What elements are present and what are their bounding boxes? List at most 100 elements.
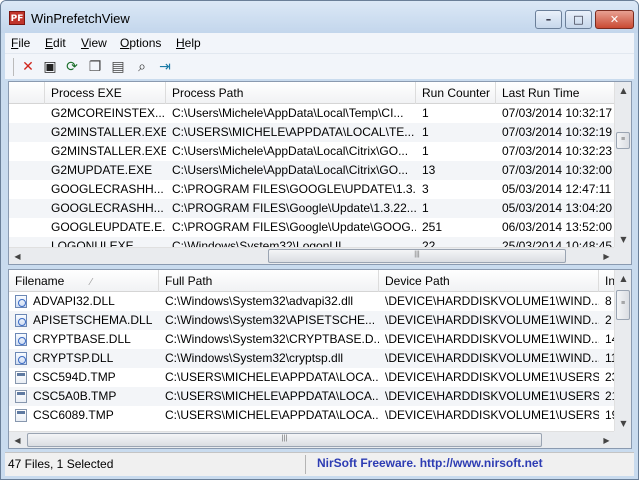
scroll-thumb[interactable]: ||| xyxy=(27,433,542,447)
column-device-path[interactable]: Device Path xyxy=(379,270,599,292)
nirsoft-link[interactable]: NirSoft Freeware. http://www.nirsoft.net xyxy=(317,456,543,470)
cell-process-path: C:\PROGRAM FILES\Google\Update\1.3.22...… xyxy=(172,201,416,215)
cell-full-path: C:\Windows\System32\advapi32.dll xyxy=(165,294,354,308)
cell-process-path: C:\USERS\MICHELE\APPDATA\LOCAL\TE... xyxy=(172,125,415,139)
tmp-file-icon xyxy=(15,371,27,384)
prefetch-vertical-scrollbar[interactable]: ▲ ≡ ▼ xyxy=(614,82,631,248)
scroll-thumb[interactable]: ≡ xyxy=(616,132,630,149)
properties-icon[interactable]: ▤ xyxy=(109,58,127,76)
scroll-up-icon[interactable]: ▲ xyxy=(615,82,631,99)
exit-icon[interactable]: ⇥ xyxy=(156,58,174,76)
column-filename[interactable]: Filename ⁄ xyxy=(9,270,159,292)
table-row[interactable]: CRYPTSP.DLL C:\Windows\System32\cryptsp.d… xyxy=(9,349,617,368)
table-row[interactable]: G2MINSTALLER.EXE C:\USERS\MICHELE\APPDATA… xyxy=(9,123,614,142)
cell-full-path: C:\USERS\MICHELE\APPDATA\LOCA... xyxy=(165,389,379,403)
column-full-path[interactable]: Full Path xyxy=(159,270,379,292)
cell-last-run-time: 05/03/2014 12:47:11 xyxy=(502,182,612,196)
scroll-left-icon[interactable]: ◀ xyxy=(9,248,26,264)
column-process-exe[interactable]: Process EXE xyxy=(45,82,166,104)
minimize-button[interactable]: – xyxy=(535,10,562,29)
menu-view[interactable]: View xyxy=(81,36,107,50)
cell-run-counter: 1 xyxy=(422,144,429,158)
column-process-path[interactable]: Process Path xyxy=(166,82,416,104)
app-icon: PF xyxy=(9,11,25,25)
cell-process-exe: GOOGLEUPDATE.E... xyxy=(51,220,166,234)
dll-file-icon xyxy=(15,352,27,365)
toolbar: ✕ ▣ ⟳ ❐ ▤ ⌕ ⇥ xyxy=(5,53,634,79)
scroll-right-icon[interactable]: ▶ xyxy=(598,248,615,264)
toolbar-separator xyxy=(13,58,14,76)
dll-file-icon xyxy=(15,314,27,327)
cell-process-path: C:\Users\Michele\AppData\Local\Citrix\GO… xyxy=(172,144,409,158)
refresh-icon[interactable]: ⟳ xyxy=(63,58,81,76)
table-row[interactable]: GOOGLEUPDATE.E... C:\PROGRAM FILES\Google… xyxy=(9,218,614,237)
files-horizontal-scrollbar[interactable]: ◀ ||| ▶ xyxy=(9,431,631,448)
files-list-header: Filename ⁄ Full Path Device Path In xyxy=(9,270,631,292)
files-list[interactable]: Filename ⁄ Full Path Device Path In ADVAP… xyxy=(8,269,632,449)
cell-process-exe: GOOGLECRASHH... xyxy=(51,182,164,196)
scroll-left-icon[interactable]: ◀ xyxy=(9,432,26,448)
cell-full-path: C:\Windows\System32\APISETSCHE... xyxy=(165,313,376,327)
table-row[interactable]: CSC5A0B.TMP C:\USERS\MICHELE\APPDATA\LOCA… xyxy=(9,387,618,406)
menu-help[interactable]: Help xyxy=(176,36,201,50)
sort-arrow-icon: ⁄ xyxy=(90,277,93,288)
cell-process-path: C:\Users\Michele\AppData\Local\Temp\CI..… xyxy=(172,106,404,120)
cell-run-counter: 1 xyxy=(422,201,429,215)
cell-device-path: \DEVICE\HARDDISKVOLUME1\WIND... xyxy=(385,313,599,327)
menu-file[interactable]: File xyxy=(11,36,30,50)
scroll-up-icon[interactable]: ▲ xyxy=(615,270,631,287)
cell-full-path: C:\Windows\System32\cryptsp.dll xyxy=(165,351,344,365)
cell-last-run-time: 07/03/2014 10:32:23 xyxy=(502,144,613,158)
close-button[interactable]: ✕ xyxy=(595,10,634,29)
save-icon[interactable]: ▣ xyxy=(41,58,59,76)
table-row[interactable]: G2MINSTALLER.EXE C:\Users\Michele\AppData… xyxy=(9,142,614,161)
cell-process-path: C:\PROGRAM FILES\GOOGLE\UPDATE\1.3.... xyxy=(172,182,416,196)
table-row[interactable]: GOOGLECRASHH... C:\PROGRAM FILES\Google\U… xyxy=(9,199,614,218)
maximize-button[interactable]: □ xyxy=(565,10,592,29)
scroll-thumb[interactable]: ≡ xyxy=(616,290,630,320)
table-row[interactable]: G2MUPDATE.EXE C:\Users\Michele\AppData\Lo… xyxy=(9,161,614,180)
table-row[interactable]: CRYPTBASE.DLL C:\Windows\System32\CRYPTBA… xyxy=(9,330,618,349)
cell-device-path: \DEVICE\HARDDISKVOLUME1\WIND... xyxy=(385,332,599,346)
files-vertical-scrollbar[interactable]: ▲ ≡ ▼ xyxy=(614,270,631,432)
cell-filename: CSC594D.TMP xyxy=(33,370,116,384)
table-row[interactable]: CSC594D.TMP C:\USERS\MICHELE\APPDATA\LOCA… xyxy=(9,368,618,387)
header-spacer xyxy=(9,82,45,104)
scroll-thumb[interactable]: ||| xyxy=(268,249,566,263)
dll-file-icon xyxy=(15,295,27,308)
cell-filename: APISETSCHEMA.DLL xyxy=(33,313,153,327)
scroll-down-icon[interactable]: ▼ xyxy=(615,231,631,248)
cell-device-path: \DEVICE\HARDDISKVOLUME1\WIND... xyxy=(385,294,599,308)
table-row[interactable]: G2MCOREINSTEX... C:\Users\Michele\AppData… xyxy=(9,104,614,123)
delete-icon[interactable]: ✕ xyxy=(19,58,37,76)
column-last-run-time[interactable]: Last Run Time xyxy=(496,82,616,104)
cell-full-path: C:\USERS\MICHELE\APPDATA\LOCA... xyxy=(165,408,379,422)
table-row[interactable]: APISETSCHEMA.DLL C:\Windows\System32\APIS… xyxy=(9,311,614,330)
table-row[interactable]: ADVAPI32.DLL C:\Windows\System32\advapi32… xyxy=(9,292,614,311)
scroll-right-icon[interactable]: ▶ xyxy=(598,432,615,448)
column-filename-label: Filename xyxy=(15,274,65,288)
menu-edit[interactable]: Edit xyxy=(45,36,66,50)
cell-run-counter: 3 xyxy=(422,182,429,196)
cell-run-counter: 13 xyxy=(422,163,436,177)
menu-options[interactable]: Options xyxy=(120,36,161,50)
column-run-counter[interactable]: Run Counter xyxy=(416,82,496,104)
menu-bar: File Edit View Options Help xyxy=(5,33,634,53)
copy-icon[interactable]: ❐ xyxy=(86,58,104,76)
scroll-down-icon[interactable]: ▼ xyxy=(615,415,631,432)
title-bar[interactable]: PF WinPrefetchView – □ ✕ xyxy=(1,1,638,33)
cell-process-path: C:\PROGRAM FILES\Google\Update\GOOG... xyxy=(172,220,416,234)
cell-full-path: C:\Windows\System32\CRYPTBASE.D... xyxy=(165,332,379,346)
cell-process-exe: GOOGLECRASHH... xyxy=(51,201,164,215)
prefetch-list[interactable]: Process EXE Process Path Run Counter Las… xyxy=(8,81,632,265)
maximize-icon: □ xyxy=(573,13,584,26)
table-row[interactable]: CSC6089.TMP C:\USERS\MICHELE\APPDATA\LOCA… xyxy=(9,406,618,425)
cell-filename: CSC6089.TMP xyxy=(33,408,114,422)
file-rows: ADVAPI32.DLL C:\Windows\System32\advapi32… xyxy=(9,292,618,425)
scroll-corner xyxy=(614,431,631,448)
cell-last-run-time: 07/03/2014 10:32:17 xyxy=(502,106,613,120)
table-row[interactable]: GOOGLECRASHH... C:\PROGRAM FILES\GOOGLE\U… xyxy=(9,180,614,199)
find-icon[interactable]: ⌕ xyxy=(133,58,151,76)
cell-filename: CSC5A0B.TMP xyxy=(33,389,117,403)
prefetch-horizontal-scrollbar[interactable]: ◀ ||| ▶ xyxy=(9,247,631,264)
